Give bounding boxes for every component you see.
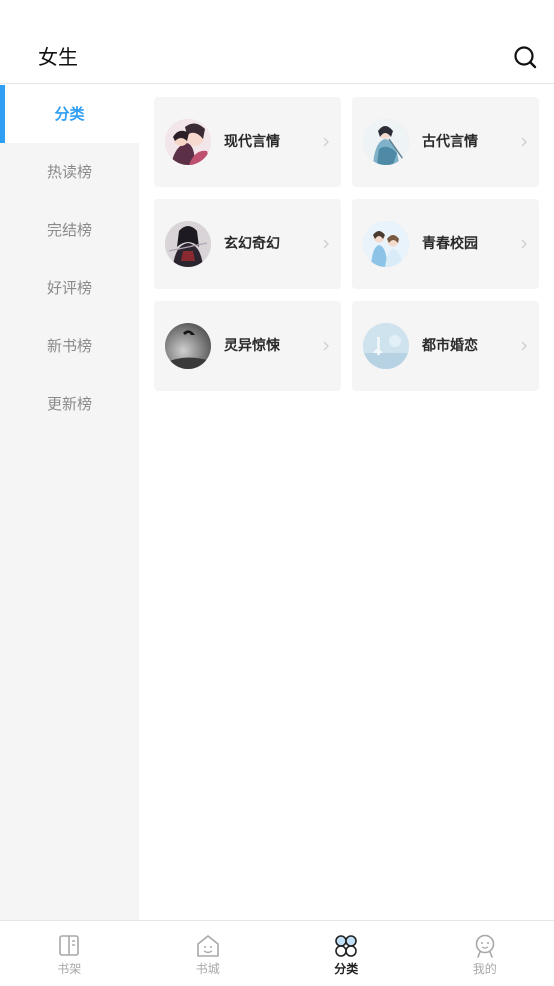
category-card-urban-marriage[interactable]: 都市婚恋 [352, 301, 539, 391]
sidebar-item-label: 分类 [54, 105, 85, 123]
ancient-romance-avatar [363, 119, 409, 165]
sidebar-item-label: 热读榜 [46, 163, 92, 181]
tab-bookshelf[interactable]: 书架 [0, 921, 139, 986]
tab-bookstore[interactable]: 书城 [139, 921, 278, 986]
sidebar: 分类 热读榜 完结榜 好评榜 新书榜 更新榜 [0, 85, 139, 920]
chevron-right-icon [323, 137, 329, 147]
category-label: 现代言情 [224, 134, 280, 150]
sidebar-item-updated[interactable]: 更新榜 [0, 375, 139, 433]
search-icon [514, 46, 537, 69]
bookshelf-icon [59, 935, 80, 956]
header: 女生 [0, 0, 554, 84]
category-card-campus[interactable]: 青春校园 [352, 199, 539, 289]
category-content: 现代言情 古代言情 玄幻奇幻 青春校园 灵异惊悚 都市婚恋 [139, 85, 554, 920]
chevron-right-icon [323, 239, 329, 249]
tab-category[interactable]: 分类 [277, 921, 416, 986]
tab-profile[interactable]: 我的 [416, 921, 554, 986]
category-grid: 现代言情 古代言情 玄幻奇幻 青春校园 灵异惊悚 都市婚恋 [154, 97, 539, 391]
category-icon [335, 935, 358, 957]
category-label: 灵异惊悚 [224, 338, 280, 354]
category-label: 古代言情 [422, 134, 478, 150]
sidebar-item-label: 更新榜 [46, 395, 92, 413]
bookstore-icon [196, 935, 219, 957]
category-card-modern-romance[interactable]: 现代言情 [154, 97, 341, 187]
urban-marriage-avatar [363, 323, 409, 369]
chevron-right-icon [521, 341, 527, 351]
bottom-tab-bar: 书架 书城 分类 我的 [0, 920, 554, 986]
fantasy-avatar [165, 221, 211, 267]
sidebar-item-category[interactable]: 分类 [0, 85, 139, 143]
category-label: 都市婚恋 [422, 338, 478, 354]
category-card-horror[interactable]: 灵异惊悚 [154, 301, 341, 391]
category-label: 青春校园 [422, 236, 478, 252]
sidebar-item-label: 新书榜 [46, 337, 92, 355]
category-label: 玄幻奇幻 [224, 236, 280, 252]
chevron-right-icon [323, 341, 329, 351]
tab-label: 我的 [472, 962, 497, 976]
sidebar-item-top-rated[interactable]: 好评榜 [0, 259, 139, 317]
horror-avatar [165, 323, 211, 369]
tab-label: 书城 [195, 962, 220, 976]
campus-avatar [363, 221, 409, 267]
tab-label: 书架 [57, 962, 82, 976]
search-button[interactable] [512, 44, 540, 72]
profile-icon [475, 934, 495, 958]
sidebar-item-new-books[interactable]: 新书榜 [0, 317, 139, 375]
sidebar-item-label: 完结榜 [46, 221, 92, 239]
sidebar-item-completed[interactable]: 完结榜 [0, 201, 139, 259]
category-card-fantasy[interactable]: 玄幻奇幻 [154, 199, 341, 289]
app-screen: 女生 分类 热读榜 完结榜 好评榜 新书榜 更新榜 现代言情 古代言情 玄幻奇幻… [0, 0, 554, 986]
category-card-ancient-romance[interactable]: 古代言情 [352, 97, 539, 187]
chevron-right-icon [521, 137, 527, 147]
tab-label: 分类 [334, 962, 359, 976]
sidebar-item-hot-reading[interactable]: 热读榜 [0, 143, 139, 201]
sidebar-item-label: 好评榜 [46, 279, 92, 297]
chevron-right-icon [521, 239, 527, 249]
page-title: 女生 [38, 45, 78, 69]
modern-romance-avatar [165, 119, 211, 165]
